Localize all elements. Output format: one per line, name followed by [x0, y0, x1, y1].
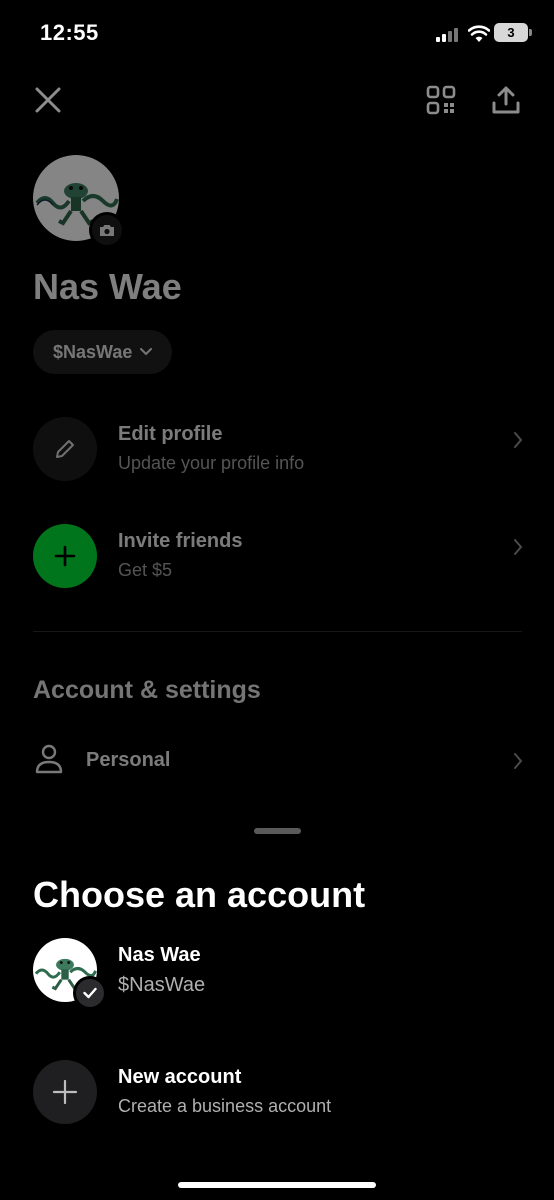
- new-account-subtitle: Create a business account: [118, 1096, 332, 1116]
- personal-label: Personal: [86, 749, 171, 771]
- sheet-grabber[interactable]: [254, 828, 301, 834]
- new-account-icon-circle: [33, 1060, 97, 1124]
- account-cashtag: $NasWae: [118, 974, 206, 996]
- profile-page: Nas Wae $NasWae Edit profile Update your…: [0, 0, 554, 810]
- cashtag-label: $NasWae: [53, 341, 133, 362]
- edit-profile-subtitle: Update your profile info: [118, 453, 305, 473]
- qr-code-icon: [426, 85, 456, 115]
- sheet-title: Choose an account: [33, 874, 366, 915]
- invite-friends-subtitle: Get $5: [118, 560, 173, 580]
- divider: [33, 631, 522, 632]
- new-account-row[interactable]: New account Create a business account: [33, 1060, 523, 1126]
- selected-check-badge: [73, 976, 107, 1010]
- pencil-icon: [56, 440, 74, 458]
- account-option-naswae[interactable]: Nas Wae $NasWae: [33, 938, 523, 1010]
- profile-name: Nas Wae: [33, 266, 182, 307]
- close-button[interactable]: [28, 80, 68, 120]
- checkmark-icon: [83, 987, 97, 999]
- account-settings-heading: Account & settings: [33, 676, 261, 704]
- plus-icon: [54, 545, 76, 567]
- person-icon: [35, 744, 63, 774]
- edit-profile-icon-circle: [33, 417, 97, 481]
- choose-account-sheet: Choose an account Nas Wae $NasWae New ac…: [0, 810, 554, 1200]
- chevron-down-icon: [140, 348, 153, 356]
- change-photo-button[interactable]: [89, 212, 125, 248]
- chevron-right-icon: [514, 753, 523, 769]
- plus-icon: [52, 1079, 78, 1105]
- qr-code-button[interactable]: [421, 80, 461, 120]
- share-button[interactable]: [486, 80, 526, 120]
- share-icon: [492, 86, 520, 114]
- new-account-title: New account: [118, 1066, 242, 1088]
- home-indicator[interactable]: [178, 1182, 376, 1188]
- account-name: Nas Wae: [118, 944, 201, 966]
- cashtag-selector[interactable]: $NasWae: [33, 330, 173, 374]
- personal-settings-row[interactable]: Personal: [33, 740, 523, 782]
- edit-profile-row[interactable]: Edit profile Update your profile info: [33, 417, 523, 483]
- chevron-right-icon: [514, 539, 523, 555]
- edit-profile-title: Edit profile: [118, 423, 223, 445]
- invite-friends-row[interactable]: Invite friends Get $5: [33, 524, 523, 590]
- invite-friends-title: Invite friends: [118, 530, 243, 552]
- chevron-right-icon: [514, 432, 523, 448]
- close-icon: [35, 87, 61, 113]
- camera-icon: [100, 225, 114, 236]
- invite-friends-icon-circle: [33, 524, 97, 588]
